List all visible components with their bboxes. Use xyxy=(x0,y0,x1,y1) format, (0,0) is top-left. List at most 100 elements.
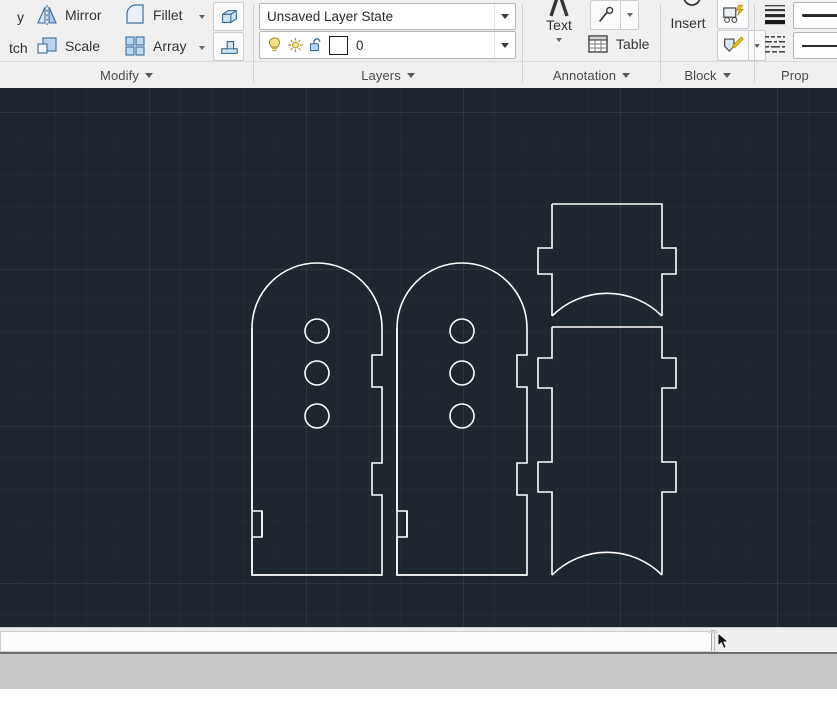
sun-icon[interactable] xyxy=(287,36,304,54)
leader-dropdown-button[interactable] xyxy=(620,0,639,30)
modify-panel-chevron-down-icon xyxy=(144,72,153,78)
leader-icon xyxy=(598,6,613,22)
properties-panel-body xyxy=(755,0,837,62)
command-mirror-label: Mirror xyxy=(65,7,102,23)
layer-state-value: Unsaved Layer State xyxy=(267,9,394,24)
command-mirror[interactable]: Mirror xyxy=(34,2,102,28)
drawing-geometry xyxy=(251,203,677,576)
layers-panel-body: Unsaved Layer State 0 xyxy=(254,0,522,62)
command-copy-label: y xyxy=(17,9,24,25)
command-stretch-label: tch xyxy=(9,40,28,56)
text-ibeam-cursor xyxy=(708,631,718,653)
layer-status-icons xyxy=(260,35,348,55)
array-icon xyxy=(122,33,148,59)
lightbulb-icon[interactable] xyxy=(266,36,283,54)
status-band xyxy=(0,652,837,692)
tool-3d-extrude[interactable] xyxy=(213,32,244,61)
hole-1 xyxy=(304,318,330,344)
ribbon-panel-properties: Prop xyxy=(755,0,837,88)
properties-panel-label[interactable]: Prop xyxy=(755,61,837,88)
annotation-panel-label[interactable]: Annotation xyxy=(523,61,660,88)
mirror-icon xyxy=(34,2,60,28)
command-text[interactable]: Text xyxy=(535,0,583,42)
shape-front-plate-left xyxy=(251,262,383,576)
edit-block-icon xyxy=(724,36,744,52)
ribbon: y tch Mirror Scale Fillet Array Modify U… xyxy=(0,0,837,89)
bottom-white-strip xyxy=(0,689,837,708)
scale-icon xyxy=(34,33,60,59)
layer-state-combo[interactable]: Unsaved Layer State xyxy=(259,3,516,30)
unlock-icon[interactable] xyxy=(308,36,325,54)
command-fillet-label: Fillet xyxy=(153,7,183,23)
hole-3 xyxy=(449,403,475,429)
layer-color-swatch-icon[interactable] xyxy=(329,35,348,55)
shape-side-profile-bottom xyxy=(537,326,677,576)
fillet-icon xyxy=(122,2,148,28)
linetype-preview xyxy=(802,44,837,47)
layers-label-text: Layers xyxy=(361,67,401,83)
lineweight-icon xyxy=(763,2,787,31)
modify-panel-body: y tch Mirror Scale Fillet Array xyxy=(0,0,253,62)
leader-dropdown-arrow xyxy=(626,13,633,17)
modify-panel-label[interactable]: Modify xyxy=(0,61,253,88)
linetype-icon xyxy=(763,32,787,61)
layer-state-chevron-down-icon[interactable] xyxy=(494,4,515,29)
tool-leader[interactable] xyxy=(590,0,621,30)
3d-solid-union-icon xyxy=(221,9,237,23)
drawing-canvas[interactable] xyxy=(0,88,837,627)
lineweight-preview xyxy=(802,14,837,17)
properties-label-text: Prop xyxy=(781,67,809,83)
concave-base-arc xyxy=(551,292,663,317)
annotation-panel-chevron-down-icon xyxy=(622,72,631,78)
block-panel-chevron-down-icon xyxy=(722,72,731,78)
command-table[interactable]: Table xyxy=(585,31,649,57)
text-a-icon xyxy=(535,0,583,18)
copy-icon xyxy=(0,4,12,30)
hole-2 xyxy=(304,360,330,386)
layer-current-value: 0 xyxy=(356,37,364,53)
table-icon xyxy=(585,31,611,57)
3d-extrude-icon xyxy=(220,40,238,54)
concave-base-arc xyxy=(551,551,663,576)
command-insert-label: Insert xyxy=(670,15,706,31)
command-scale[interactable]: Scale xyxy=(34,33,100,59)
layer-current-chevron-down-icon[interactable] xyxy=(494,32,515,58)
annotation-label-text: Annotation xyxy=(552,67,617,83)
command-table-label: Table xyxy=(616,36,650,52)
linetype-combo[interactable] xyxy=(793,32,837,59)
ribbon-panel-layers: Unsaved Layer State 0 Layers xyxy=(254,0,522,88)
hole-1 xyxy=(449,318,475,344)
command-stretch[interactable]: tch xyxy=(0,35,28,61)
text-dropdown-arrow[interactable] xyxy=(556,38,562,42)
hole-2 xyxy=(449,360,475,386)
tool-create-block[interactable] xyxy=(717,0,749,29)
command-array[interactable]: Array xyxy=(122,33,186,59)
horizontal-scrollbar-thumb[interactable] xyxy=(0,631,712,652)
modify-label-text: Modify xyxy=(100,67,139,83)
command-fillet[interactable]: Fillet xyxy=(122,2,183,28)
command-array-label: Array xyxy=(153,38,187,54)
layers-panel-label[interactable]: Layers xyxy=(254,61,522,88)
create-block-icon xyxy=(723,4,744,23)
ribbon-panel-modify: y tch Mirror Scale Fillet Array Modify xyxy=(0,0,253,88)
command-copy[interactable]: y xyxy=(0,4,24,30)
command-scale-label: Scale xyxy=(65,38,101,54)
stretch-icon xyxy=(0,35,4,61)
fillet-dropdown-arrow[interactable] xyxy=(199,15,205,19)
block-label-text: Block xyxy=(684,67,717,83)
block-panel-body: Insert xyxy=(661,0,766,62)
lineweight-combo[interactable] xyxy=(793,2,837,29)
shape-side-profile-top xyxy=(537,203,677,317)
command-text-label: Text xyxy=(546,17,572,33)
array-dropdown-arrow[interactable] xyxy=(199,46,205,50)
tool-edit-block[interactable] xyxy=(717,30,749,61)
tool-3d-solid-union[interactable] xyxy=(213,2,244,31)
autocad-window: y tch Mirror Scale Fillet Array Modify U… xyxy=(0,0,837,708)
annotation-panel-body: Text Table xyxy=(523,0,660,62)
ribbon-panel-block: Insert Block xyxy=(661,0,766,88)
block-panel-label[interactable]: Block xyxy=(661,61,754,88)
command-insert[interactable]: Insert xyxy=(661,0,715,30)
layers-panel-chevron-down-icon xyxy=(406,72,415,78)
shape-front-plate-right xyxy=(396,262,528,576)
layer-current-combo[interactable]: 0 xyxy=(259,31,516,59)
